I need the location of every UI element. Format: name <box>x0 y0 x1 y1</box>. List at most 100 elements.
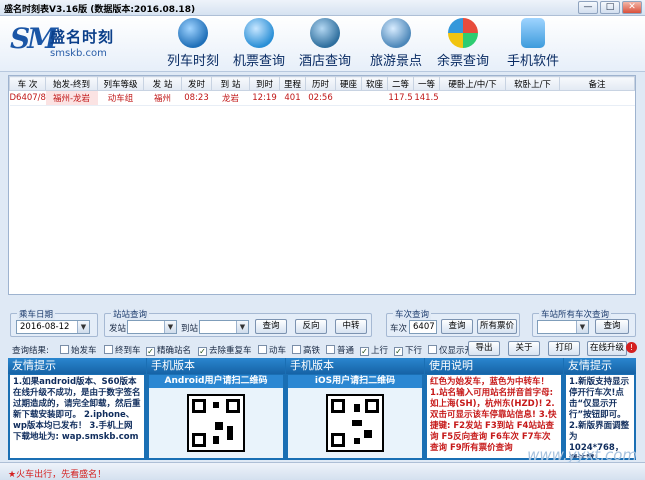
checkbox-exact-station[interactable]: ✓ 精确站名 <box>146 344 191 356</box>
column-header[interactable]: 软座 <box>361 76 388 91</box>
column-header[interactable]: 历时 <box>305 76 336 91</box>
checkbox-terminal-train[interactable]: 终到车 <box>104 344 141 356</box>
maximize-button[interactable]: □ <box>600 1 620 14</box>
minimize-button[interactable]: — <box>578 1 598 14</box>
alert-icon: ! <box>626 342 637 353</box>
usage-panel: 使用说明 红色为始发车，蓝色为中转车！ 1.站名输入可用站名拼音首字母:如上海(… <box>425 358 563 460</box>
column-header[interactable]: 发 站 <box>143 76 182 91</box>
status-bar: ★火车出行，先看盛名！ <box>0 462 645 480</box>
column-header[interactable]: 备注 <box>559 76 635 91</box>
table-cell <box>439 90 506 106</box>
checkbox-label: 终到车 <box>115 346 141 356</box>
column-header[interactable]: 车 次 <box>9 76 46 91</box>
date-value: 2016-08-12 <box>20 322 70 332</box>
android-panel-body: Android用户请扫二维码 <box>149 375 283 458</box>
checkbox-box: ✓ <box>360 347 369 356</box>
table-cell: 动车组 <box>97 90 144 106</box>
checkbox-origin-train[interactable]: 始发车 <box>60 344 97 356</box>
nav-flight-query[interactable]: 机票查询 <box>229 18 289 69</box>
from-station-label: 发站 <box>109 324 127 334</box>
online-upgrade-button[interactable]: 在线升级 <box>587 341 627 356</box>
app-logo: SM 盛名时刻 smskb.com <box>10 20 160 66</box>
ios-qr-caption: iOS用户请扫二维码 <box>288 375 422 388</box>
to-station-select[interactable]: ▼ <box>199 320 249 334</box>
station-select[interactable]: ▼ <box>537 320 589 334</box>
chevron-down-icon: ▼ <box>77 321 89 333</box>
checkbox-label: 去除重复车 <box>209 346 252 356</box>
column-header[interactable]: 发时 <box>181 76 212 91</box>
train-number-label: 车次 <box>390 324 408 334</box>
table-cell: 12:19 <box>249 90 280 106</box>
logo-name: 盛名时刻 <box>50 28 115 46</box>
results-table[interactable]: 车 次始发-终到 列车等级发 站发时到 站到时 里程 历时 硬座 软座 二等 一等 硬卧上/中/… <box>8 75 636 295</box>
close-button[interactable]: ✕ <box>622 1 642 14</box>
table-row[interactable]: D6407/8 福州-龙岩 动车组 福州 08:23 龙岩 12:19 401 02:56 117… <box>9 90 635 106</box>
info-panels: 友情提示 1.如果android版本、S60版本在线升级不成功，是由于数字签名过… <box>8 358 636 460</box>
airplane-icon <box>244 18 274 48</box>
landmark-icon <box>381 18 411 48</box>
column-header[interactable]: 始发-终到 <box>45 76 98 91</box>
checkbox-box <box>292 345 301 354</box>
column-header[interactable]: 里程 <box>279 76 306 91</box>
checkbox-remove-duplicates[interactable]: ✓ 去除重复车 <box>198 344 252 356</box>
column-header[interactable]: 到时 <box>249 76 280 91</box>
column-header[interactable]: 二等 <box>387 76 414 91</box>
nav-remaining-tickets[interactable]: 余票查询 <box>433 18 493 69</box>
android-panel: 手机版本 Android用户请扫二维码 <box>147 358 285 460</box>
table-cell: 08:23 <box>181 90 212 106</box>
checkbox-box: ✓ <box>198 347 207 356</box>
station-group-label: 站站查询 <box>111 308 150 320</box>
hotel-icon <box>310 18 340 48</box>
checkbox-box <box>60 345 69 354</box>
nav-tourist-spots[interactable]: 旅游景点 <box>366 18 426 69</box>
column-header[interactable]: 软卧上/下 <box>505 76 560 91</box>
transfer-button[interactable]: 中转 <box>335 319 367 334</box>
column-header[interactable]: 硬座 <box>335 76 362 91</box>
checkbox-label: 高铁 <box>303 346 321 356</box>
checkbox-up-direction[interactable]: ✓ 上行 <box>360 344 388 356</box>
ios-qr-code <box>326 394 384 452</box>
checkbox-box <box>326 345 335 354</box>
table-cell: 福州 <box>143 90 182 106</box>
table-cell: 141.5 <box>413 90 440 106</box>
column-header[interactable]: 硬卧上/中/下 <box>439 76 506 91</box>
checkbox-box: ✓ <box>146 347 155 356</box>
table-cell <box>559 90 635 106</box>
column-header[interactable]: 到 站 <box>211 76 250 91</box>
table-cell <box>335 90 362 106</box>
tip-panel-1-text: 1.如果android版本、S60版本在线升级不成功，是由于数字签名过期造成的，… <box>10 375 144 458</box>
station-trains-query-button[interactable]: 查询 <box>595 319 629 334</box>
windows-icon <box>448 18 478 48</box>
mobile-icon <box>521 18 545 48</box>
print-button[interactable]: 打印 <box>548 341 580 356</box>
checkbox-emu[interactable]: 动车 <box>258 344 286 356</box>
checkbox-box <box>104 345 113 354</box>
window-title: 盛名时刻表V3.16版 (数据版本:2016.08.18) <box>4 5 196 15</box>
tip-panel-2: 友情提示 1.新版支持显示停开行车次!点击“仅显示开行”按钮即可。 2.新版界面… <box>564 358 636 460</box>
nav-label: 手机软件 <box>506 54 559 69</box>
table-cell <box>505 90 560 106</box>
reverse-button[interactable]: 反向 <box>295 319 327 334</box>
result-label: 查询结果: <box>12 346 49 356</box>
nav-mobile-app[interactable]: 手机软件 <box>503 18 563 69</box>
checkbox-high-speed[interactable]: 高铁 <box>292 344 320 356</box>
table-cell: D6407/8 <box>9 90 46 106</box>
nav-hotel-query[interactable]: 酒店查询 <box>295 18 355 69</box>
all-fares-button[interactable]: 所有票价 <box>477 319 517 334</box>
table-cell: 福州-龙岩 <box>45 90 98 106</box>
checkbox-down-direction[interactable]: ✓ 下行 <box>394 344 422 356</box>
column-header[interactable]: 一等 <box>413 76 440 91</box>
station-query-button[interactable]: 查询 <box>255 319 287 334</box>
tip-panel-1: 友情提示 1.如果android版本、S60版本在线升级不成功，是由于数字签名过… <box>8 358 146 460</box>
date-picker[interactable]: 2016-08-12 ▼ <box>16 320 90 334</box>
column-header[interactable]: 列车等级 <box>97 76 144 91</box>
train-number-input[interactable]: 6407 <box>409 320 437 334</box>
export-button[interactable]: 导出 <box>468 341 500 356</box>
checkbox-normal[interactable]: 普通 <box>326 344 354 356</box>
about-button[interactable]: 关于 <box>508 341 540 356</box>
train-query-button[interactable]: 查询 <box>441 319 473 334</box>
checkbox-label: 始发车 <box>71 346 97 356</box>
tip-panel-1-title: 友情提示 <box>8 358 146 374</box>
from-station-select[interactable]: ▼ <box>127 320 177 334</box>
nav-train-schedule[interactable]: 列车时刻 <box>163 18 223 69</box>
